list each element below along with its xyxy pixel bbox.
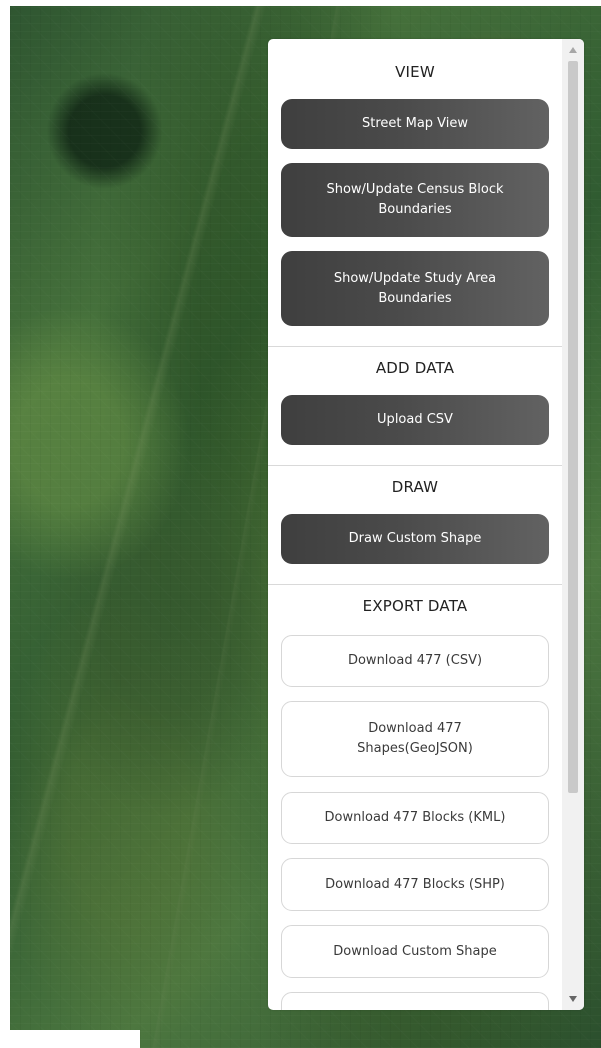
partially-visible-export-button[interactable]	[281, 992, 549, 1010]
chevron-up-icon[interactable]	[569, 47, 577, 53]
add-data-section: ADD DATA Upload CSV	[268, 346, 562, 445]
show-update-study-area-boundaries-button[interactable]: Show/Update Study Area Boundaries	[281, 251, 549, 326]
upload-csv-button[interactable]: Upload CSV	[281, 395, 549, 445]
download-477-blocks-kml-button[interactable]: Download 477 Blocks (KML)	[281, 792, 549, 844]
view-section-title: VIEW	[395, 63, 435, 81]
lower-left-white-area	[0, 1030, 140, 1048]
view-section: VIEW Street Map View Show/Update Census …	[268, 39, 562, 326]
download-477-blocks-shp-button[interactable]: Download 477 Blocks (SHP)	[281, 858, 549, 911]
panel-content: VIEW Street Map View Show/Update Census …	[268, 39, 562, 1010]
panel-scrollbar[interactable]	[562, 39, 584, 1010]
screenshot-page: VIEW Street Map View Show/Update Census …	[0, 0, 601, 1048]
download-custom-shape-button[interactable]: Download Custom Shape	[281, 925, 549, 978]
street-map-view-button[interactable]: Street Map View	[281, 99, 549, 149]
draw-section: DRAW Draw Custom Shape	[268, 465, 562, 564]
scrollbar-thumb[interactable]	[568, 61, 578, 793]
export-data-section-title: EXPORT DATA	[362, 597, 468, 615]
chevron-down-icon[interactable]	[569, 996, 577, 1002]
add-data-section-title: ADD DATA	[375, 359, 455, 377]
download-477-shapes-geojson-button[interactable]: Download 477 Shapes(GeoJSON)	[281, 701, 549, 777]
export-data-section: EXPORT DATA Download 477 (CSV) Download …	[268, 584, 562, 1010]
show-update-census-block-boundaries-button[interactable]: Show/Update Census Block Boundaries	[281, 163, 549, 237]
download-477-csv-button[interactable]: Download 477 (CSV)	[281, 635, 549, 687]
draw-section-title: DRAW	[391, 478, 439, 496]
map-control-panel: VIEW Street Map View Show/Update Census …	[268, 39, 584, 1010]
draw-custom-shape-button[interactable]: Draw Custom Shape	[281, 514, 549, 564]
